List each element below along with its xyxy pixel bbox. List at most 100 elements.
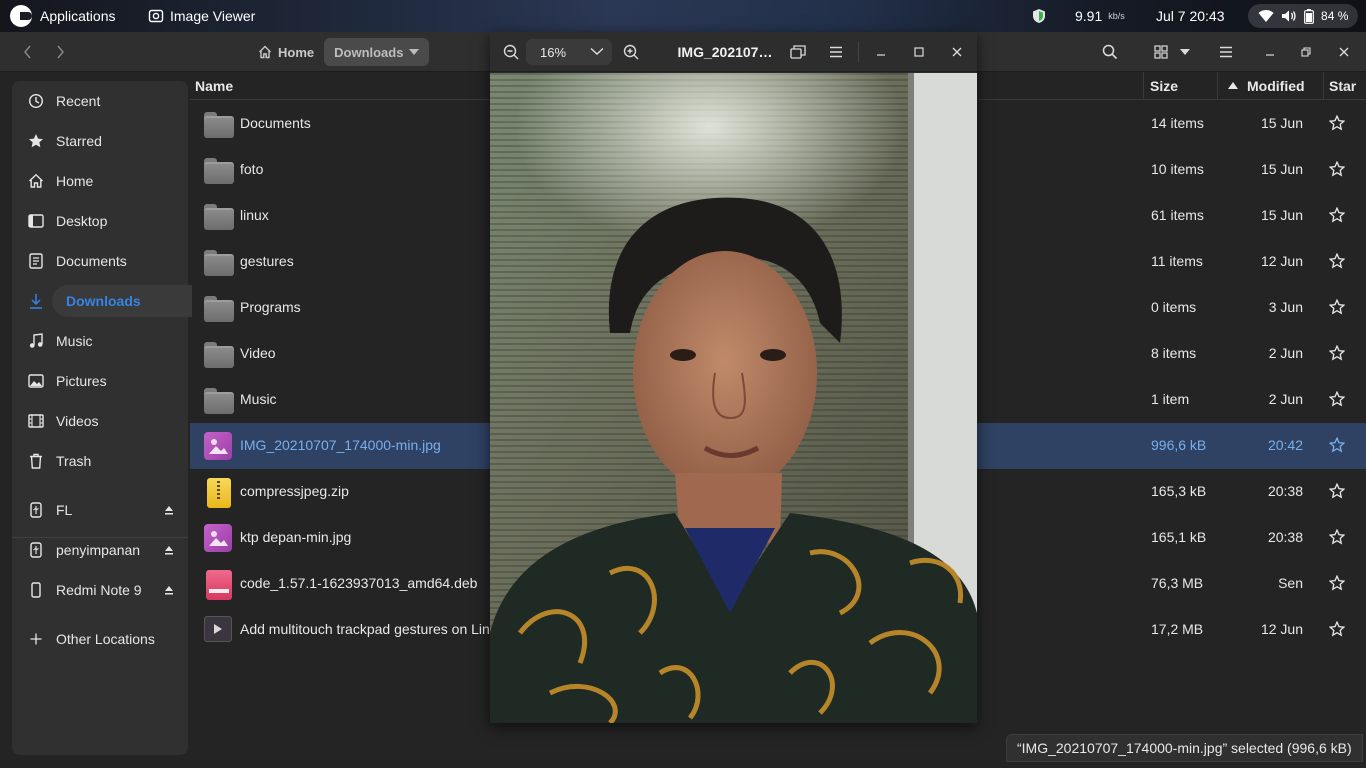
folder-icon: [204, 294, 234, 322]
zoom-out-button[interactable]: [500, 39, 522, 65]
breadcrumb-downloads[interactable]: Downloads: [324, 38, 430, 66]
music-icon: [28, 333, 44, 349]
star-outline-icon[interactable]: [1329, 621, 1347, 639]
file-name: foto: [240, 161, 264, 177]
view-options-button[interactable]: [1144, 38, 1200, 66]
star-outline-icon[interactable]: [1329, 299, 1347, 317]
search-button[interactable]: [1098, 38, 1122, 66]
desktop-icon: [28, 213, 44, 229]
column-modified[interactable]: Modified: [1247, 78, 1305, 94]
star-outline-icon[interactable]: [1329, 529, 1347, 547]
file-size: 10 items: [1151, 161, 1204, 177]
sidebar-item-videos[interactable]: Videos: [12, 403, 188, 439]
home-icon: [258, 45, 272, 59]
sidebar-item-label: Pictures: [56, 373, 107, 389]
sidebar-item-label: FL: [56, 502, 73, 518]
system-status-menu[interactable]: 84 %: [1248, 4, 1358, 28]
star-outline-icon[interactable]: [1329, 345, 1347, 363]
maximize-icon: [914, 47, 924, 57]
column-star[interactable]: Star: [1329, 78, 1356, 94]
star-outline-icon[interactable]: [1329, 483, 1347, 501]
sidebar-item-trash[interactable]: Trash: [12, 443, 188, 479]
sidebar-item-music[interactable]: Music: [12, 323, 188, 359]
video-file-icon: [204, 616, 234, 644]
sidebar-item-desktop[interactable]: Desktop: [12, 203, 188, 239]
sidebar-device-redmi-note-9[interactable]: Redmi Note 9: [12, 572, 188, 608]
sidebar-other-locations[interactable]: Other Locations: [12, 621, 188, 657]
star-outline-icon[interactable]: [1329, 161, 1347, 179]
zoom-out-icon: [503, 44, 519, 60]
column-divider: [1217, 72, 1218, 100]
breadcrumb-home[interactable]: Home: [248, 38, 324, 66]
network-speed-indicator[interactable]: 9.91 kb/s: [1075, 0, 1125, 32]
star-outline-icon[interactable]: [1329, 207, 1347, 225]
sidebar-item-label: Videos: [56, 413, 99, 429]
file-size: 14 items: [1151, 115, 1204, 131]
breadcrumb: Home Downloads: [248, 38, 430, 66]
top-panel: Applications Image Viewer 9.91 kb/s Jul …: [0, 0, 1366, 32]
zoom-in-icon: [623, 44, 639, 60]
zoom-level-selector[interactable]: 16%: [526, 39, 612, 65]
gallery-button[interactable]: [788, 39, 808, 65]
minimize-button[interactable]: [872, 39, 890, 65]
zoom-in-button[interactable]: [620, 39, 642, 65]
net-speed-value: 9.91: [1075, 8, 1103, 24]
back-button[interactable]: [18, 42, 38, 62]
star-outline-icon[interactable]: [1329, 115, 1347, 133]
column-size[interactable]: Size: [1150, 78, 1178, 94]
document-icon: [28, 253, 44, 269]
sidebar-item-starred[interactable]: Starred: [12, 123, 188, 159]
displayed-photo[interactable]: [490, 73, 977, 723]
file-size: 76,3 MB: [1151, 575, 1204, 591]
applications-label: Applications: [40, 8, 116, 24]
chevron-right-icon: [55, 45, 65, 59]
image-viewer-menu-button[interactable]: [826, 39, 846, 65]
file-size: 165,3 kB: [1151, 483, 1207, 499]
column-divider: [1323, 72, 1324, 100]
minimize-button[interactable]: [1262, 38, 1278, 66]
grid-view-icon: [1154, 45, 1168, 59]
sidebar-item-downloads[interactable]: Downloads: [12, 283, 192, 319]
file-name: Documents: [240, 115, 311, 131]
close-button[interactable]: [1336, 38, 1352, 66]
column-name[interactable]: Name: [195, 78, 233, 94]
clock[interactable]: Jul 7 20:43: [1156, 0, 1225, 32]
star-outline-icon[interactable]: [1329, 575, 1347, 593]
eject-icon[interactable]: [164, 545, 174, 555]
maximize-button[interactable]: [910, 39, 928, 65]
file-name: gestures: [240, 253, 294, 269]
minimize-icon: [876, 47, 886, 57]
file-modified: 15 Jun: [1260, 115, 1303, 131]
headerbar-separator: [858, 42, 859, 62]
sidebar-item-home[interactable]: Home: [12, 163, 188, 199]
shield-icon[interactable]: [1032, 8, 1046, 24]
file-size: 61 items: [1151, 207, 1204, 223]
close-button[interactable]: [948, 39, 966, 65]
maximize-button[interactable]: [1298, 38, 1314, 66]
sidebar-item-label: Trash: [56, 453, 92, 469]
zip-archive-icon: [204, 478, 234, 508]
minimize-icon: [1265, 47, 1275, 57]
star-outline-icon[interactable]: [1329, 437, 1347, 455]
file-size: 1 item: [1151, 391, 1190, 407]
sidebar-item-label: Music: [56, 333, 93, 349]
sidebar-item-documents[interactable]: Documents: [12, 243, 188, 279]
eject-icon[interactable]: [164, 505, 174, 515]
file-modified: 2 Jun: [1268, 391, 1303, 407]
applications-menu[interactable]: Applications: [10, 0, 116, 32]
sidebar-item-recent[interactable]: Recent: [12, 83, 188, 119]
selection-status: “IMG_20210707_174000-min.jpg” selected (…: [1006, 734, 1363, 762]
star-outline-icon[interactable]: [1329, 253, 1347, 271]
forward-button[interactable]: [50, 42, 70, 62]
chevron-down-icon: [409, 49, 420, 55]
file-modified: Sen: [1278, 575, 1303, 591]
folder-icon: [204, 156, 234, 184]
main-menu-button[interactable]: [1214, 38, 1238, 66]
sidebar-device-fl[interactable]: FL: [12, 492, 188, 528]
star-outline-icon[interactable]: [1329, 391, 1347, 409]
sidebar-item-pictures[interactable]: Pictures: [12, 363, 188, 399]
active-app-menu[interactable]: Image Viewer: [148, 0, 255, 32]
file-name: Music: [240, 391, 277, 407]
usb-drive-icon: [28, 502, 44, 518]
eject-icon[interactable]: [164, 585, 174, 595]
